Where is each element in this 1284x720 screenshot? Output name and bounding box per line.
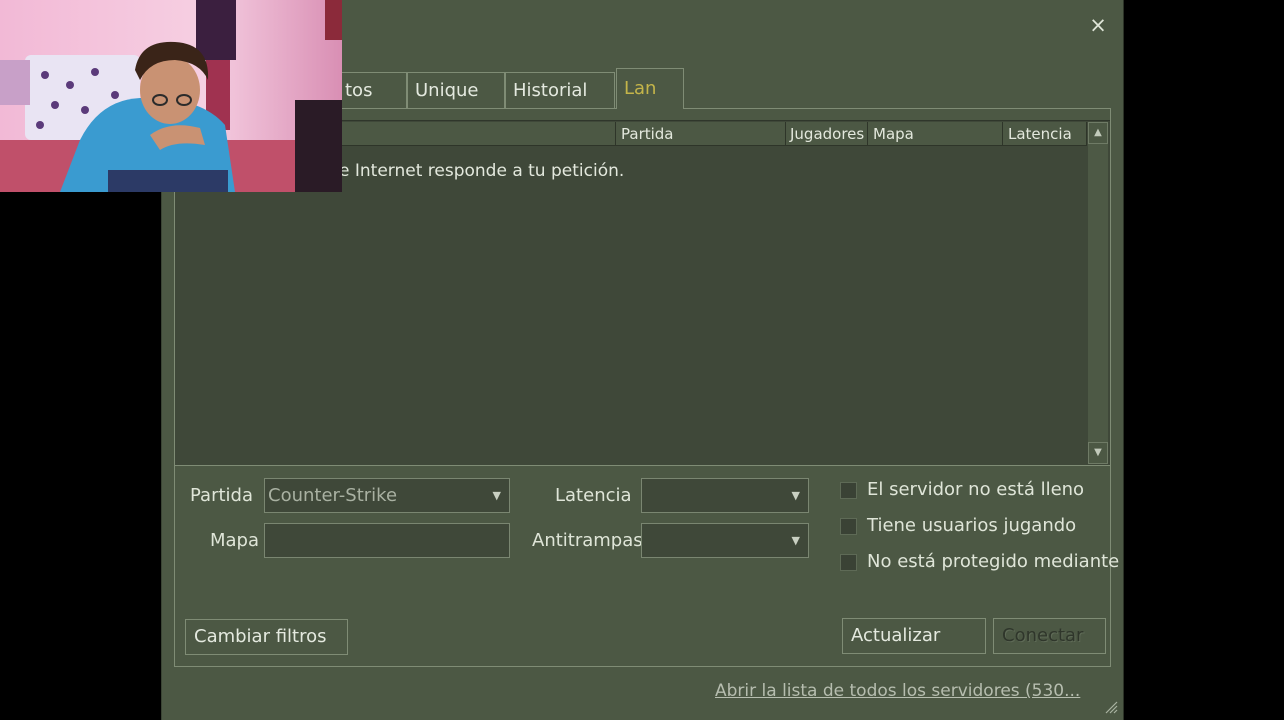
chevron-down-icon: ▼ — [791, 534, 800, 547]
checkbox-has-players[interactable] — [840, 518, 857, 535]
tab-lan[interactable]: Lan — [616, 68, 684, 109]
scrollbar[interactable]: ▲ ▼ — [1088, 122, 1108, 464]
connect-button[interactable]: Conectar — [993, 618, 1106, 654]
change-filters-button[interactable]: Cambiar filtros — [185, 619, 348, 655]
column-header-jugadores[interactable]: Jugadores — [786, 122, 868, 146]
checkbox-has-players-label: Tiene usuarios jugando — [867, 515, 1077, 536]
checkbox-not-password[interactable] — [840, 554, 857, 571]
close-icon[interactable]: × — [1086, 12, 1110, 38]
tab-historial[interactable]: Historial — [505, 72, 615, 108]
mapa-label: Mapa — [210, 530, 260, 551]
latencia-label: Latencia — [555, 485, 632, 506]
checkbox-not-password-label: No está protegido mediante — [867, 551, 1120, 572]
scroll-up-icon[interactable]: ▲ — [1088, 122, 1108, 144]
partida-dropdown[interactable]: Counter-Strike ▼ — [264, 478, 510, 513]
mapa-input[interactable] — [264, 523, 510, 558]
all-servers-link[interactable]: Abrir la lista de todos los servidores (… — [715, 681, 1080, 701]
column-header-latencia[interactable]: Latencia — [1003, 122, 1087, 146]
column-header-mapa[interactable]: Mapa — [868, 122, 1003, 146]
partida-value: Counter-Strike — [268, 485, 398, 506]
resize-grip-icon[interactable] — [1102, 698, 1118, 714]
partida-label: Partida — [190, 485, 253, 506]
checkbox-not-full[interactable] — [840, 482, 857, 499]
list-status-message: e Internet responde a tu petición. — [339, 161, 625, 181]
chevron-down-icon: ▼ — [791, 489, 800, 502]
chevron-down-icon: ▼ — [492, 489, 501, 502]
latencia-dropdown[interactable]: ▼ — [641, 478, 809, 513]
webcam-overlay — [0, 0, 342, 192]
antitrampas-label: Antitrampas — [532, 530, 643, 551]
scroll-down-icon[interactable]: ▼ — [1088, 442, 1108, 464]
antitrampas-dropdown[interactable]: ▼ — [641, 523, 809, 558]
checkbox-not-full-label: El servidor no está lleno — [867, 479, 1085, 500]
refresh-button[interactable]: Actualizar — [842, 618, 986, 654]
tab-unique[interactable]: Unique — [407, 72, 505, 108]
column-header-partida[interactable]: Partida — [616, 122, 786, 146]
tab-favoritos[interactable]: tos — [337, 72, 407, 108]
